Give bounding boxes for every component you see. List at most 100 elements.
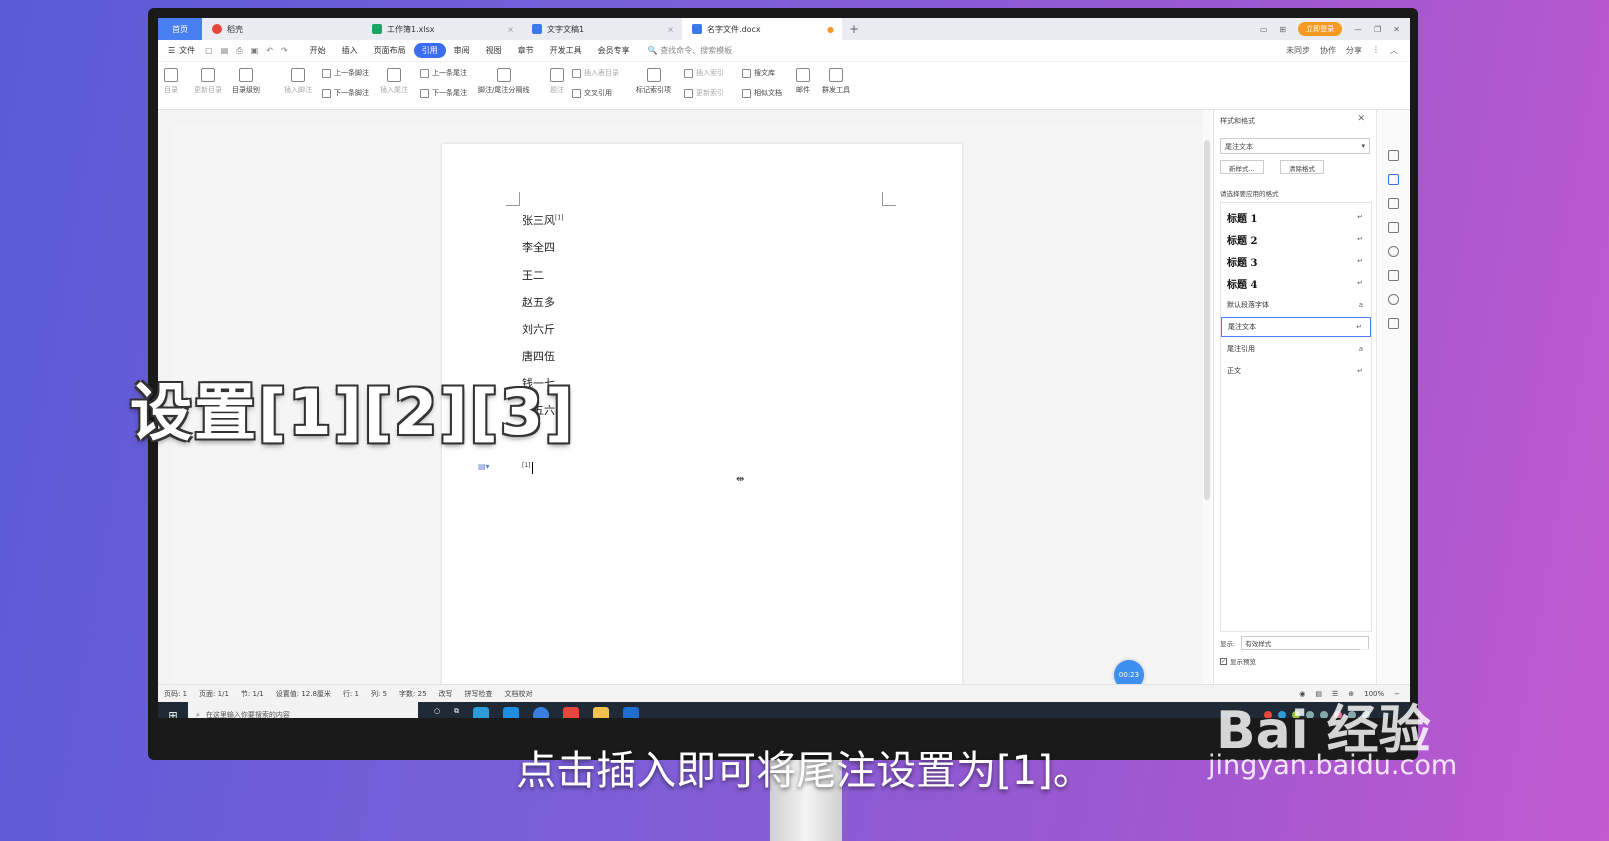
clear-format-button[interactable]: 清除格式 bbox=[1280, 160, 1324, 174]
mass-tools-button[interactable]: 群发工具 bbox=[822, 68, 850, 95]
status-position[interactable]: 设置值: 12.8厘米 bbox=[276, 689, 331, 699]
update-index-button[interactable]: 更新索引 bbox=[684, 88, 724, 98]
status-pages[interactable]: 页面: 1/1 bbox=[199, 689, 229, 699]
menu-view[interactable]: 视图 bbox=[478, 43, 510, 58]
close-icon[interactable]: ✕ bbox=[1357, 114, 1365, 124]
spell-check-button[interactable]: 拼写检查 bbox=[465, 689, 493, 699]
show-filter-select[interactable]: 有效样式 bbox=[1241, 636, 1370, 650]
insert-endnote-button[interactable]: 插入尾注 bbox=[380, 68, 408, 95]
status-section[interactable]: 节: 1/1 bbox=[241, 689, 264, 699]
media-player-icon[interactable] bbox=[623, 707, 640, 718]
style-default-font[interactable]: 默认段落字体 a bbox=[1221, 295, 1371, 315]
paragraph-options-icon[interactable]: ▤▾ bbox=[478, 462, 490, 471]
wps-icon[interactable] bbox=[563, 707, 580, 718]
sync-button[interactable]: 未同步 bbox=[1286, 45, 1310, 56]
doc-line[interactable]: 张三风[1] bbox=[522, 212, 564, 228]
tab-name-file[interactable]: 名字文件.docx ● bbox=[682, 18, 842, 40]
doc-line[interactable]: 王二 bbox=[522, 267, 544, 283]
style-endnote-text[interactable]: 尾注文本 ↵ bbox=[1221, 317, 1371, 337]
insert-index-button[interactable]: 插入索引 bbox=[684, 68, 724, 78]
sogou-icon[interactable] bbox=[533, 707, 550, 718]
styles-panel-title[interactable]: 样式和格式 bbox=[1220, 116, 1255, 126]
next-endnote-button[interactable]: 下一条尾注 bbox=[420, 88, 467, 98]
doc-line[interactable]: 李全四 bbox=[522, 239, 555, 255]
similar-doc-button[interactable]: 相似文档 bbox=[742, 88, 782, 98]
preview-icon[interactable]: ▣ bbox=[251, 46, 259, 56]
cortana-icon[interactable]: ○ bbox=[434, 707, 440, 718]
layout-icon[interactable]: ▭ bbox=[1260, 25, 1268, 34]
login-button[interactable]: 立即登录 bbox=[1298, 22, 1343, 36]
save-icon[interactable]: ▢ bbox=[205, 46, 213, 56]
taskbar-search[interactable]: ⌕ 在这里输入你要搜索的内容 bbox=[188, 702, 418, 718]
settings-sliders-icon[interactable] bbox=[1388, 222, 1399, 233]
menu-review[interactable]: 审阅 bbox=[446, 43, 478, 58]
next-footnote-button[interactable]: 下一条脚注 bbox=[322, 88, 369, 98]
prev-endnote-button[interactable]: 上一条尾注 bbox=[420, 68, 467, 78]
toc-button[interactable]: 目录 bbox=[164, 68, 178, 95]
command-search[interactable]: 🔍 查找命令、搜索模板 bbox=[638, 45, 733, 56]
tab-workbook[interactable]: 工作簿1.xlsx × bbox=[362, 18, 522, 40]
grid-icon[interactable]: ⊞ bbox=[1279, 25, 1286, 34]
new-style-button[interactable]: 新样式... bbox=[1220, 160, 1264, 174]
menu-insert[interactable]: 插入 bbox=[334, 43, 366, 58]
menu-chapter[interactable]: 章节 bbox=[510, 43, 542, 58]
cloud-icon[interactable] bbox=[1388, 270, 1399, 281]
horizontal-ruler[interactable] bbox=[158, 110, 1203, 124]
more-icon[interactable]: ⋮ bbox=[1372, 45, 1380, 56]
rewrite-toggle[interactable]: 改写 bbox=[439, 689, 453, 699]
tab-home[interactable]: 首页 bbox=[158, 18, 202, 40]
browser-icon[interactable] bbox=[473, 707, 490, 718]
file-menu[interactable]: ☰ 文件 bbox=[158, 45, 205, 56]
collapse-ribbon-icon[interactable]: ︿ bbox=[1390, 45, 1398, 56]
style-icon[interactable] bbox=[1388, 150, 1399, 161]
mark-index-button[interactable]: 标记索引项 bbox=[636, 68, 671, 95]
proofread-button[interactable]: 文档校对 bbox=[505, 689, 533, 699]
tab-docer[interactable]: 稻壳 bbox=[202, 18, 362, 40]
print-icon[interactable]: ⎙ bbox=[236, 46, 242, 56]
style-heading-1[interactable]: 标题 1 ↵ bbox=[1221, 207, 1371, 227]
tab-text-doc[interactable]: 文字文稿1 × bbox=[522, 18, 682, 40]
cross-ref-button[interactable]: 交叉引用 bbox=[572, 88, 612, 98]
menu-references[interactable]: 引用 bbox=[413, 43, 446, 58]
style-heading-3[interactable]: 标题 3 ↵ bbox=[1221, 251, 1371, 271]
restore-icon[interactable]: ❐ bbox=[1374, 25, 1381, 34]
redo-icon[interactable]: ↷ bbox=[281, 46, 288, 56]
search-library-button[interactable]: 搜文库 bbox=[742, 68, 775, 78]
vertical-scrollbar[interactable] bbox=[1203, 110, 1211, 684]
backup-icon[interactable] bbox=[1388, 318, 1399, 329]
update-toc-button[interactable]: 更新目录 bbox=[194, 68, 222, 95]
minimize-icon[interactable]: — bbox=[1354, 25, 1362, 34]
menu-developer[interactable]: 开发工具 bbox=[542, 43, 590, 58]
insert-footnote-button[interactable]: 插入脚注 bbox=[284, 68, 312, 95]
task-view-icon[interactable]: ⧉ bbox=[454, 707, 459, 718]
close-window-icon[interactable]: ✕ bbox=[1393, 25, 1400, 34]
windows-start-icon[interactable]: ⊞ bbox=[158, 709, 188, 719]
status-page-no[interactable]: 页码: 1 bbox=[164, 689, 187, 699]
new-tab-button[interactable]: + bbox=[842, 18, 866, 40]
export-icon[interactable]: ▤ bbox=[221, 46, 229, 56]
separator-button[interactable]: 脚注/尾注分隔线 bbox=[478, 68, 529, 95]
edge-icon[interactable] bbox=[503, 707, 520, 718]
mail-button[interactable]: 邮件 bbox=[796, 68, 810, 95]
toc-level-button[interactable]: 目录级别 bbox=[232, 68, 260, 95]
menu-home[interactable]: 开始 bbox=[302, 43, 334, 58]
style-heading-2[interactable]: 标题 2 ↵ bbox=[1221, 229, 1371, 249]
caption-button[interactable]: 题注 bbox=[550, 68, 564, 95]
menu-page-layout[interactable]: 页面布局 bbox=[366, 43, 414, 58]
prev-footnote-button[interactable]: 上一条脚注 bbox=[322, 68, 369, 78]
edit-pen-icon[interactable] bbox=[1388, 174, 1399, 185]
current-style-select[interactable]: 尾注文本 ▾ bbox=[1220, 138, 1370, 154]
help-icon[interactable] bbox=[1388, 246, 1399, 257]
close-icon[interactable]: × bbox=[667, 25, 674, 34]
unsaved-dot-icon[interactable]: ● bbox=[827, 25, 834, 34]
file-explorer-icon[interactable] bbox=[593, 707, 610, 718]
show-preview-checkbox[interactable]: ✓ 显示预览 bbox=[1220, 656, 1256, 666]
style-heading-4[interactable]: 标题 4 ↵ bbox=[1221, 273, 1371, 293]
collaborate-button[interactable]: 协作 bbox=[1320, 45, 1336, 56]
style-endnote-ref[interactable]: 尾注引用 a bbox=[1221, 339, 1371, 359]
location-icon[interactable] bbox=[1388, 294, 1399, 305]
scrollbar-thumb[interactable] bbox=[1204, 140, 1210, 500]
undo-icon[interactable]: ↶ bbox=[266, 46, 273, 56]
insert-figure-table-button[interactable]: 插入表目录 bbox=[572, 68, 619, 78]
status-words[interactable]: 字数: 25 bbox=[399, 689, 427, 699]
